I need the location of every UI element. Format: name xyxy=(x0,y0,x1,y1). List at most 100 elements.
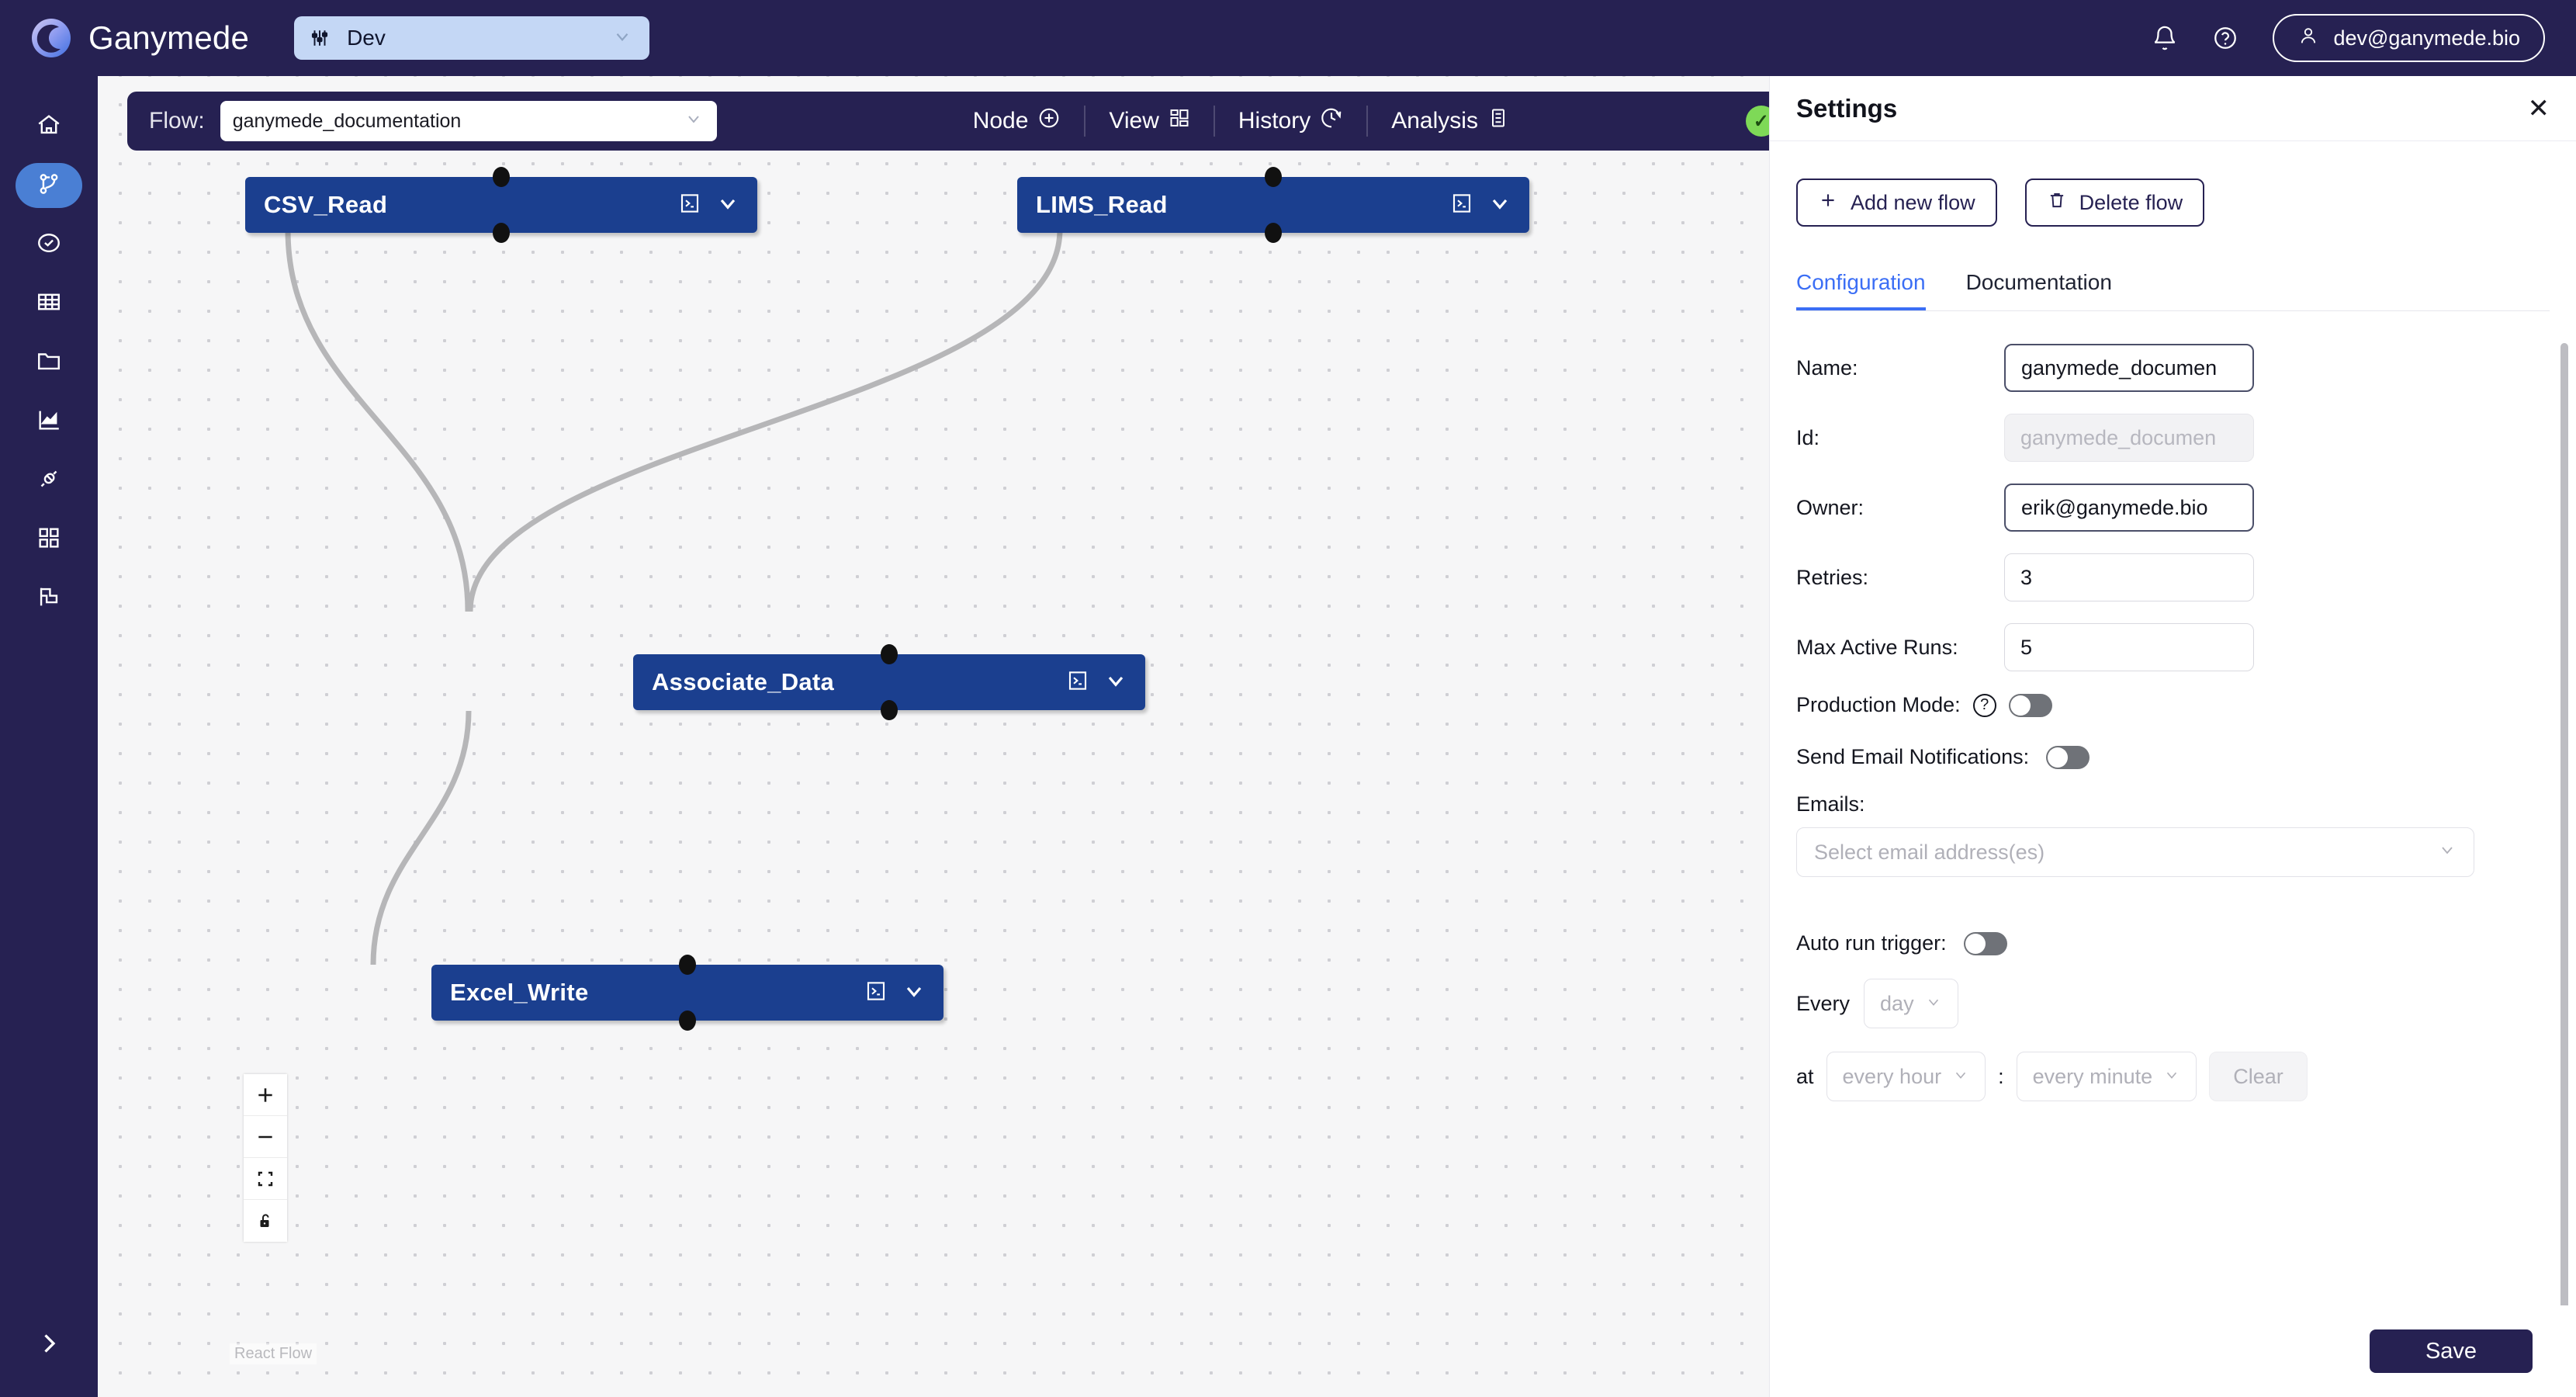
auto-run-label: Auto run trigger: xyxy=(1796,931,1947,955)
tab-documentation[interactable]: Documentation xyxy=(1966,270,2112,310)
user-menu[interactable]: dev@ganymede.bio xyxy=(2273,14,2545,62)
node-handle-bottom[interactable] xyxy=(493,223,510,243)
minute-value: every minute xyxy=(2032,1064,2153,1088)
production-mode-toggle[interactable] xyxy=(2008,693,2052,717)
field-row-send-email: Send Email Notifications: xyxy=(1796,745,2550,769)
deploy-status: ✓ Deploy successful: 9/19/2024, 10:37:54… xyxy=(1745,106,1769,137)
menu-analysis[interactable]: Analysis xyxy=(1368,107,1532,135)
retries-label: Retries: xyxy=(1796,565,1869,589)
flow-menus: Node View History Analysis xyxy=(950,106,1532,137)
owner-input[interactable]: erik@ganymede.bio xyxy=(2004,484,2254,532)
flow-select-value: ganymede_documentation xyxy=(232,109,462,132)
question-circle-icon[interactable]: ? xyxy=(1972,693,1996,717)
list-panel-icon xyxy=(1487,107,1509,135)
fit-view-button[interactable] xyxy=(244,1158,287,1200)
sidebar-item-runs[interactable] xyxy=(16,222,82,267)
trash-icon xyxy=(2047,190,2067,216)
brand[interactable]: Ganymede xyxy=(29,16,249,60)
user-icon xyxy=(2297,25,2319,52)
sidebar-item-tables[interactable] xyxy=(16,281,82,326)
plug-icon xyxy=(36,466,62,496)
max-active-runs-input[interactable]: 5 xyxy=(2004,623,2254,671)
send-email-toggle[interactable] xyxy=(2046,745,2090,769)
emails-placeholder: Select email address(es) xyxy=(1814,840,2045,864)
sidebar-item-benchmarks[interactable] xyxy=(16,576,82,621)
sidebar-item-apps[interactable] xyxy=(16,517,82,562)
clear-schedule-button[interactable]: Clear xyxy=(2209,1052,2308,1101)
close-icon[interactable]: ✕ xyxy=(2528,93,2550,124)
menu-view[interactable]: View xyxy=(1085,107,1213,135)
question-circle-icon[interactable] xyxy=(2212,25,2238,51)
field-row-id: Id: ganymede_documen xyxy=(1796,414,2550,462)
save-button[interactable]: Save xyxy=(2370,1329,2533,1373)
zoom-in-button[interactable] xyxy=(244,1074,287,1116)
field-row-every: Every day xyxy=(1796,979,2550,1028)
node-handle-top[interactable] xyxy=(881,644,898,664)
edge-csv-to-associate xyxy=(285,229,471,612)
chevron-down-icon xyxy=(2438,841,2457,865)
delete-flow-button[interactable]: Delete flow xyxy=(2024,179,2205,227)
flag-icon xyxy=(36,584,62,614)
flow-canvas[interactable]: Flow: ganymede_documentation Node View H… xyxy=(98,76,1769,1397)
terminal-icon[interactable] xyxy=(1066,669,1089,696)
emails-select[interactable]: Select email address(es) xyxy=(1796,827,2474,877)
name-input[interactable]: ganymede_documen xyxy=(2004,344,2254,392)
sidebar-item-analytics[interactable] xyxy=(16,399,82,444)
node-handle-top[interactable] xyxy=(493,167,510,187)
grid-icon xyxy=(36,525,62,555)
node-handle-top[interactable] xyxy=(679,955,696,975)
panel-scrollbar[interactable] xyxy=(2560,343,2568,1305)
sidebar-expand-button[interactable] xyxy=(0,1329,98,1361)
sidebar-item-files[interactable] xyxy=(16,340,82,385)
flow-select[interactable]: ganymede_documentation xyxy=(220,101,717,141)
menu-view-label: View xyxy=(1109,108,1159,133)
sidebar-item-connections[interactable] xyxy=(16,458,82,503)
flow-node-label: Associate_Data xyxy=(652,668,835,695)
tab-configuration[interactable]: Configuration xyxy=(1796,270,1926,310)
node-handle-bottom[interactable] xyxy=(679,1010,696,1031)
terminal-icon[interactable] xyxy=(678,192,701,219)
chevron-right-icon xyxy=(35,1329,63,1361)
react-flow-attribution[interactable]: React Flow xyxy=(230,1343,317,1364)
flow-node-excel-write[interactable]: Excel_Write xyxy=(431,955,943,1031)
home-icon xyxy=(36,112,62,142)
chevron-down-icon xyxy=(1925,992,1942,1016)
flow-node-lims-read[interactable]: LIMS_Read xyxy=(1017,167,1529,243)
node-handle-top[interactable] xyxy=(1265,167,1282,187)
every-unit-select[interactable]: day xyxy=(1864,979,1958,1028)
terminal-icon[interactable] xyxy=(864,979,888,1007)
node-handle-bottom[interactable] xyxy=(881,700,898,720)
user-email: dev@ganymede.bio xyxy=(2333,26,2520,50)
menu-history[interactable]: History xyxy=(1215,106,1366,136)
zoom-out-button[interactable] xyxy=(244,1116,287,1158)
plus-circle-icon xyxy=(1037,106,1061,136)
field-row-at: at every hour : every minute Clear xyxy=(1796,1052,2550,1101)
chevron-down-icon[interactable] xyxy=(1103,668,1128,697)
chevron-down-icon[interactable] xyxy=(715,191,740,220)
sidebar-item-flows[interactable] xyxy=(16,163,82,208)
settings-panel-header: Settings ✕ xyxy=(1770,76,2576,141)
field-row-production-mode: Production Mode: ? xyxy=(1796,693,2550,717)
left-nav-rail xyxy=(0,76,98,1397)
bell-icon[interactable] xyxy=(2152,25,2178,51)
menu-node[interactable]: Node xyxy=(950,106,1085,136)
add-new-flow-button[interactable]: Add new flow xyxy=(1796,179,1997,227)
settings-panel-footer: Save xyxy=(1770,1305,2576,1397)
chevron-down-icon[interactable] xyxy=(902,979,926,1007)
hour-select[interactable]: every hour xyxy=(1826,1052,1986,1101)
minute-select[interactable]: every minute xyxy=(2016,1052,2197,1101)
flow-node-csv-read[interactable]: CSV_Read xyxy=(245,167,757,243)
sidebar-item-home[interactable] xyxy=(16,104,82,149)
auto-run-toggle[interactable] xyxy=(1963,931,2007,955)
id-label: Id: xyxy=(1796,425,1820,449)
flow-node-associate-data[interactable]: Associate_Data xyxy=(633,644,1145,720)
max-active-runs-label: Max Active Runs: xyxy=(1796,635,1958,659)
retries-input[interactable]: 3 xyxy=(2004,553,2254,601)
lock-toggle-button[interactable] xyxy=(244,1200,287,1242)
chevron-down-icon[interactable] xyxy=(1487,191,1512,220)
node-handle-bottom[interactable] xyxy=(1265,223,1282,243)
environment-select[interactable]: Dev xyxy=(294,16,650,60)
terminal-icon[interactable] xyxy=(1450,192,1473,219)
field-row-retries: Retries: 3 xyxy=(1796,553,2550,601)
clock-icon xyxy=(1320,106,1343,136)
